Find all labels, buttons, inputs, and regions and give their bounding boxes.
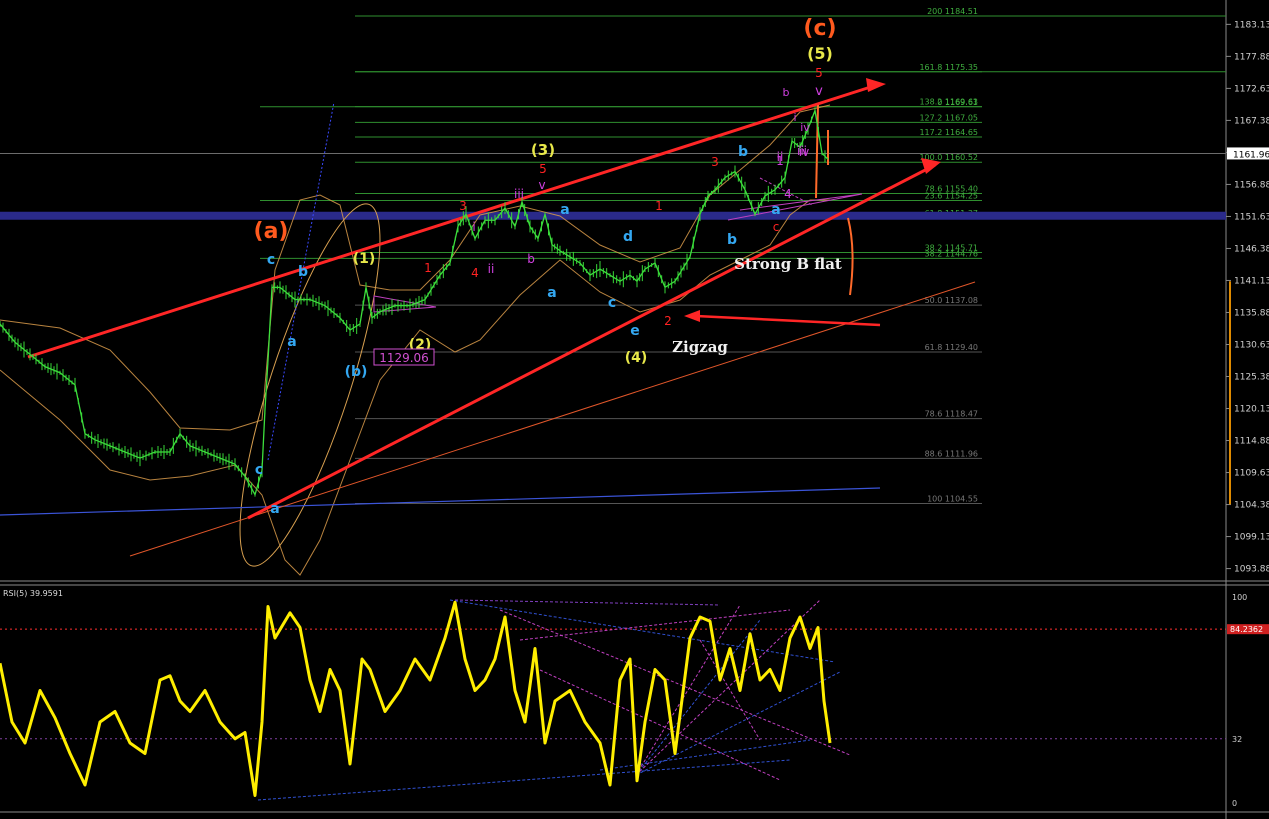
price-tick-label: 1130.63 (1234, 340, 1269, 350)
wave-label: i (793, 111, 796, 124)
current-price-value: 1161.96 (1233, 150, 1269, 160)
wave-label: c (608, 295, 616, 311)
wave-label: a (560, 202, 569, 218)
support-zone (0, 211, 1226, 220)
rsi-tick-label: 100 (1232, 593, 1247, 602)
fib-label: 78.6 1118.47 (925, 410, 978, 419)
channel-upper-line (27, 82, 881, 359)
rsi-tick-label: 0 (1232, 799, 1237, 808)
pointer-arrowhead (684, 310, 700, 322)
wave-label: Zigzag (672, 338, 728, 356)
wave-label: v (538, 178, 545, 192)
rsi-trend-line (635, 619, 761, 776)
channel-upper-arrow (866, 78, 886, 92)
rsi-title: RSI(5) 39.9591 (3, 589, 63, 598)
wave-label: 2 (664, 314, 672, 328)
price-tick-label: 1104.38 (1234, 501, 1269, 511)
pointer-line (695, 314, 881, 327)
price-tick-label: 1167.38 (1234, 116, 1269, 126)
wave-label: c (773, 220, 780, 234)
wave-label: 5 (539, 162, 547, 176)
wave-label: 5 (815, 66, 823, 80)
wave-label: 1 (655, 199, 663, 213)
wave-label: a (771, 202, 780, 218)
price-chart: 200 1184.51161.8 1175.350 1169.61138.2 1… (0, 0, 1269, 819)
price-tick-label: 1099.13 (1234, 533, 1269, 543)
price-tick-label: 1125.38 (1234, 373, 1269, 383)
price-tick-label: 1183.13 (1234, 20, 1269, 30)
fib-label: 100 1104.55 (927, 495, 978, 504)
wave-label: b (527, 252, 535, 266)
wave-label: v (815, 84, 823, 99)
wave-label: ii (777, 150, 784, 164)
price-tick-label: 1172.63 (1234, 84, 1269, 94)
fib-label: 127.2 1167.05 (919, 113, 978, 122)
wave-label: (5) (807, 44, 833, 63)
wave-label: (3) (531, 141, 555, 159)
dotted-trend-line (267, 101, 335, 461)
wave-label: c (255, 462, 263, 478)
wave-label: b (727, 232, 737, 248)
wave-label: (a) (254, 219, 289, 244)
price-tick-label: 1093.88 (1234, 565, 1269, 575)
price-tick-label: 1177.88 (1234, 52, 1269, 62)
price-tick-label: 1114.88 (1234, 437, 1269, 447)
fib-label: 38.2 1145.71 (925, 244, 978, 253)
wave-label: b (783, 86, 790, 99)
wave-label: iii (514, 187, 524, 201)
wave-label: (4) (625, 350, 648, 366)
price-tick-label: 1141.13 (1234, 276, 1269, 286)
wave-label: (b) (345, 364, 368, 380)
wave-label: 1 (424, 261, 432, 275)
fib-label: 50.0 1137.08 (925, 296, 978, 305)
wave-label: a (270, 501, 279, 517)
rsi-overbought-value: 84.2362 (1230, 625, 1263, 634)
wave-label: 3 (711, 155, 719, 169)
wave-label: iv (800, 121, 810, 134)
fib-label: 88.6 1111.96 (925, 449, 978, 458)
fib-label: 161.8 1175.35 (919, 63, 978, 72)
wave-label: i (472, 220, 475, 234)
wave-label: 4 (784, 187, 792, 201)
price-tick-label: 1146.38 (1234, 244, 1269, 254)
wave-label: e (630, 323, 640, 339)
blue-support-line (0, 487, 881, 516)
rsi-trend-line (499, 609, 851, 756)
rsi-tick-label: 32 (1232, 735, 1242, 744)
wave-label: a (287, 334, 296, 350)
price-tick-label: 1156.88 (1234, 180, 1269, 190)
wave-label: 4 (471, 266, 479, 280)
price-tick-label: 1135.88 (1234, 308, 1269, 318)
lower-band (0, 199, 830, 576)
price-tick-label: 1109.63 (1234, 469, 1269, 479)
fib-label: 200 1184.51 (927, 7, 978, 16)
wave-label: iii (797, 144, 807, 158)
price-tick-label: 1120.13 (1234, 405, 1269, 415)
fib-label: 23.6 1154.25 (925, 191, 978, 200)
wave-label: (c) (803, 16, 836, 41)
wave-label: Strong B flat (734, 255, 842, 273)
rsi-trend-line (699, 639, 761, 741)
rsi-trend-line (599, 739, 811, 771)
fib-label: 117.2 1164.65 (919, 128, 978, 137)
wave-label: c (267, 252, 275, 268)
wave-label: 3 (459, 199, 467, 213)
price-axis: 1183.131177.881172.631167.381162.131156.… (1226, 20, 1269, 575)
rsi-trend-line (454, 599, 721, 606)
price-callout: 1129.06 (379, 351, 429, 365)
price-tick-label: 1151.63 (1234, 212, 1269, 222)
rsi-trend-line (257, 759, 791, 801)
wave-label: (1) (353, 251, 376, 267)
wave-label: b (298, 264, 308, 280)
fib-label: 61.8 1129.40 (925, 343, 978, 352)
rsi-line (0, 600, 832, 797)
wave-label: d (623, 229, 633, 245)
wave-label: a (547, 285, 556, 301)
fib-label: 138.2 1169.63 (919, 98, 978, 107)
orange-marker (847, 217, 854, 296)
wave-label: b (738, 144, 748, 160)
wave-label: ii (488, 262, 495, 276)
